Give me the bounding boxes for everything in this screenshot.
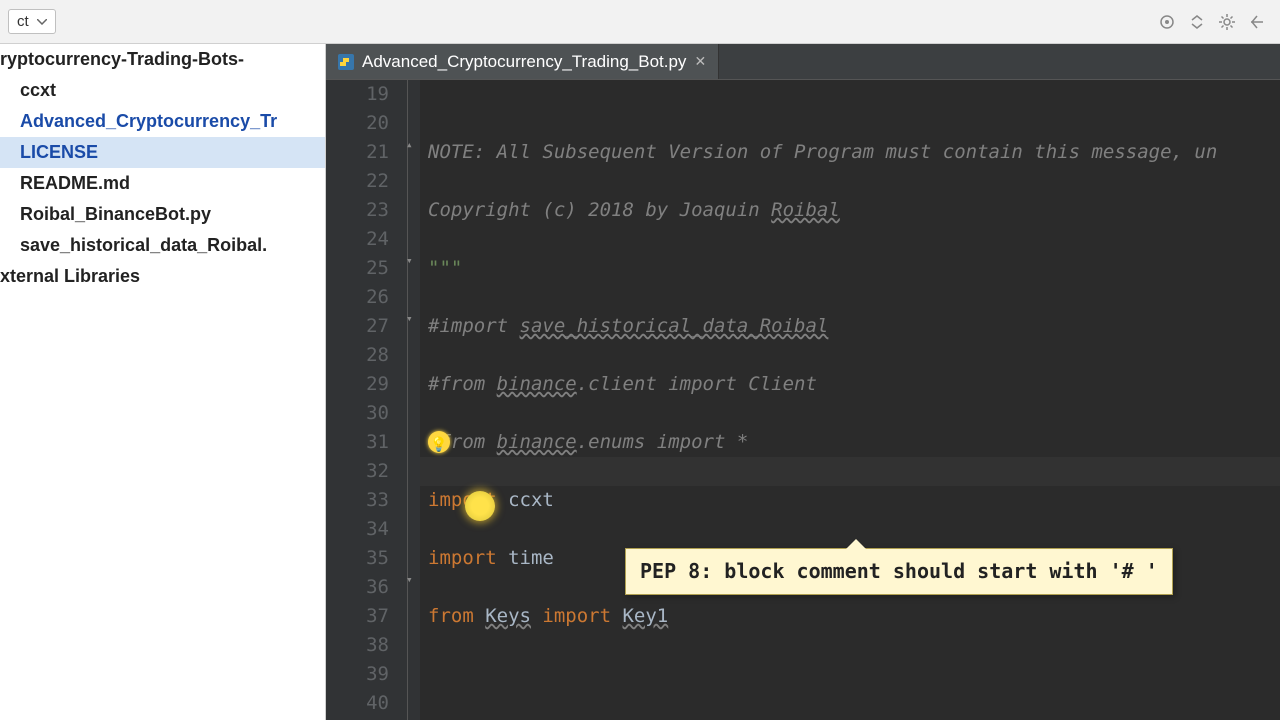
tree-file-roibal[interactable]: Roibal_BinanceBot.py xyxy=(0,199,325,230)
tree-file-save[interactable]: save_historical_data_Roibal. xyxy=(0,230,325,261)
cursor-highlight xyxy=(465,491,495,521)
project-label: ct xyxy=(17,13,29,30)
line-gutter: 1920212223242526272829303132333435363738… xyxy=(326,80,408,720)
fold-end-icon[interactable]: ▴ xyxy=(406,138,413,151)
fold-start-icon[interactable]: ▾ xyxy=(406,312,413,325)
fold-column: ▴ ▾ ▾ ▾ xyxy=(408,80,420,720)
gear-icon[interactable] xyxy=(1214,9,1240,35)
intention-bulb-icon[interactable] xyxy=(428,431,450,453)
collapse-icon[interactable] xyxy=(1184,9,1210,35)
project-dropdown[interactable]: ct xyxy=(8,9,56,34)
editor: Advanced_Cryptocurrency_Trading_Bot.py ✕… xyxy=(326,44,1280,720)
tree-file-license[interactable]: LICENSE xyxy=(0,137,325,168)
inspection-tooltip: PEP 8: block comment should start with '… xyxy=(625,548,1173,595)
tree-file-readme[interactable]: README.md xyxy=(0,168,325,199)
tree-root[interactable]: ryptocurrency-Trading-Bots- xyxy=(0,44,325,75)
editor-tabbar: Advanced_Cryptocurrency_Trading_Bot.py ✕ xyxy=(326,44,1280,80)
tab-label: Advanced_Cryptocurrency_Trading_Bot.py xyxy=(362,52,686,72)
hide-icon[interactable] xyxy=(1244,9,1270,35)
project-tree: ryptocurrency-Trading-Bots- ccxt Advance… xyxy=(0,44,326,720)
tree-file-advanced[interactable]: Advanced_Cryptocurrency_Tr xyxy=(0,106,325,137)
code-area[interactable]: 1920212223242526272829303132333435363738… xyxy=(326,80,1280,720)
tab-advanced-bot[interactable]: Advanced_Cryptocurrency_Trading_Bot.py ✕ xyxy=(326,44,719,79)
code-content[interactable]: NOTE: All Subsequent Version of Program … xyxy=(420,80,1280,720)
chevron-down-icon xyxy=(37,19,47,25)
python-file-icon xyxy=(338,54,354,70)
tree-external-libs[interactable]: xternal Libraries xyxy=(0,261,325,292)
target-icon[interactable] xyxy=(1154,9,1180,35)
close-icon[interactable]: ✕ xyxy=(694,53,706,70)
fold-start-icon[interactable]: ▾ xyxy=(406,573,413,586)
main-toolbar: ct xyxy=(0,0,1280,44)
fold-start-icon[interactable]: ▾ xyxy=(406,254,413,267)
tree-folder-ccxt[interactable]: ccxt xyxy=(0,75,325,106)
